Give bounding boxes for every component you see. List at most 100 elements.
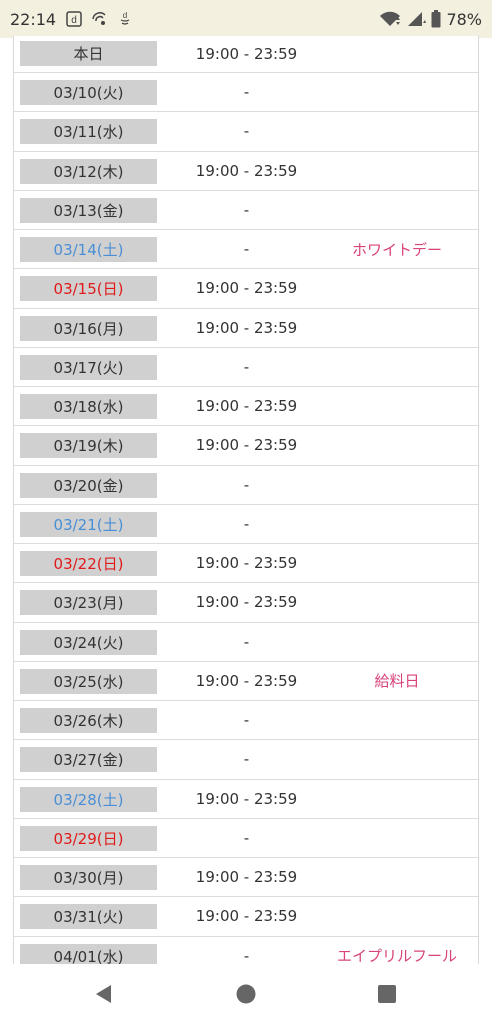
- time-cell: -: [243, 632, 250, 651]
- date-cell: 03/23(月): [20, 590, 157, 616]
- date-cell: 03/14(土): [20, 237, 157, 262]
- back-icon[interactable]: [92, 982, 116, 1006]
- schedule-row: 03/28(土) 19:00 - 23:59: [14, 779, 478, 819]
- schedule-list[interactable]: 本日 19:00 - 23:59 03/10(火) - 03/11(水) - 03/12(木…: [13, 36, 479, 964]
- event-cell: [332, 623, 462, 661]
- schedule-row: 03/30(月) 19:00 - 23:59: [14, 858, 478, 898]
- event-cell: [332, 36, 462, 72]
- date-cell: 本日: [20, 41, 157, 66]
- schedule-row: 03/27(金) -: [14, 740, 478, 780]
- navigation-bar: [0, 964, 492, 1024]
- d-icon: d: [66, 11, 82, 27]
- time-cell: 19:00 - 23:59: [195, 397, 298, 416]
- d-logo-icon: d: [118, 10, 132, 28]
- battery-icon: [431, 10, 441, 28]
- time-cell: -: [243, 122, 250, 141]
- svg-text:d: d: [123, 11, 127, 20]
- time-cell: -: [243, 357, 250, 376]
- event-cell: [332, 112, 462, 150]
- schedule-row: 03/14(土) - ホワイトデー: [14, 230, 478, 270]
- schedule-row: 03/21(土) -: [14, 504, 478, 544]
- date-cell: 03/28(土): [20, 786, 157, 812]
- event-cell: [332, 583, 462, 621]
- time-cell: 19:00 - 23:59: [195, 318, 298, 337]
- time-cell: 19:00 - 23:59: [195, 161, 298, 180]
- event-cell: エイプリルフール: [336, 947, 457, 964]
- status-bar: 22:14 d d 78%: [0, 0, 492, 38]
- date-cell: 03/16(月): [20, 315, 157, 341]
- date-cell: 03/20(金): [20, 472, 157, 498]
- event-cell: [332, 780, 462, 818]
- date-cell: 03/13(金): [20, 197, 157, 223]
- event-cell: ホワイトデー: [351, 240, 442, 259]
- event-cell: [332, 73, 462, 111]
- event-cell: [332, 740, 462, 778]
- time-cell: -: [243, 475, 250, 494]
- schedule-row: 03/11(水) -: [14, 112, 478, 152]
- schedule-row: 本日 19:00 - 23:59: [14, 36, 478, 73]
- event-cell: [332, 269, 462, 307]
- date-cell: 03/25(水): [20, 668, 157, 694]
- event-cell: [332, 897, 462, 935]
- schedule-row: 03/24(火) -: [14, 622, 478, 662]
- event-cell: [332, 387, 462, 425]
- schedule-row: 03/22(日) 19:00 - 23:59: [14, 544, 478, 584]
- event-cell: [332, 348, 462, 386]
- date-cell: 03/11(水): [20, 119, 157, 145]
- event-cell: [332, 309, 462, 347]
- schedule-row: 03/19(木) 19:00 - 23:59: [14, 426, 478, 466]
- date-cell: 03/12(木): [20, 158, 157, 184]
- schedule-row: 03/23(月) 19:00 - 23:59: [14, 583, 478, 623]
- date-cell: 03/18(水): [20, 394, 157, 419]
- time-cell: -: [243, 750, 250, 769]
- signal-icon: [406, 11, 427, 27]
- roaming-icon: [91, 11, 109, 27]
- home-icon[interactable]: [235, 983, 257, 1005]
- date-cell: 03/27(金): [20, 747, 157, 773]
- date-cell: 03/22(日): [20, 551, 157, 576]
- time-cell: -: [243, 828, 250, 847]
- schedule-row: 03/13(金) -: [14, 190, 478, 230]
- recents-icon[interactable]: [376, 983, 398, 1005]
- event-cell: [332, 544, 462, 582]
- schedule-row: 03/12(木) 19:00 - 23:59: [14, 151, 478, 191]
- schedule-row: 03/20(金) -: [14, 465, 478, 505]
- event-cell: [332, 505, 462, 543]
- schedule-row: 03/10(火) -: [14, 73, 478, 113]
- date-cell: 03/31(火): [20, 904, 157, 930]
- wifi-icon: [379, 11, 401, 27]
- time-cell: 19:00 - 23:59: [195, 671, 298, 690]
- schedule-row: 03/18(水) 19:00 - 23:59: [14, 387, 478, 427]
- schedule-row: 03/29(日) -: [14, 818, 478, 858]
- schedule-row: 03/31(火) 19:00 - 23:59: [14, 897, 478, 937]
- svg-text:d: d: [71, 15, 77, 26]
- time-cell: 19:00 - 23:59: [195, 279, 298, 298]
- time-cell: 19:00 - 23:59: [195, 593, 298, 612]
- event-cell: [332, 858, 462, 896]
- event-cell: [332, 701, 462, 739]
- time-cell: -: [243, 946, 250, 964]
- date-cell: 03/21(土): [20, 511, 157, 537]
- schedule-row: 03/16(月) 19:00 - 23:59: [14, 308, 478, 348]
- schedule-row: 03/26(木) -: [14, 701, 478, 741]
- time-cell: 19:00 - 23:59: [195, 789, 298, 808]
- date-cell: 03/24(火): [20, 629, 157, 655]
- event-cell: [332, 466, 462, 504]
- date-cell: 03/29(日): [20, 825, 157, 851]
- time-cell: -: [243, 711, 250, 730]
- date-cell: 03/15(日): [20, 276, 157, 302]
- date-cell: 03/26(木): [20, 708, 157, 733]
- event-cell: [332, 819, 462, 857]
- schedule-row: 03/15(日) 19:00 - 23:59: [14, 269, 478, 309]
- status-system-icons: 78%: [379, 10, 482, 29]
- time-cell: 19:00 - 23:59: [195, 554, 298, 573]
- schedule-row: 03/25(水) 19:00 - 23:59 給料日: [14, 661, 478, 701]
- time-cell: 19:00 - 23:59: [195, 436, 298, 455]
- event-cell: [332, 152, 462, 190]
- time-cell: -: [243, 200, 250, 219]
- schedule-row: 03/17(火) -: [14, 347, 478, 387]
- time-cell: -: [243, 83, 250, 102]
- time-cell: -: [243, 240, 250, 259]
- date-cell: 03/19(木): [20, 433, 157, 459]
- schedule-row: 04/01(水) - エイプリルフール: [14, 936, 478, 964]
